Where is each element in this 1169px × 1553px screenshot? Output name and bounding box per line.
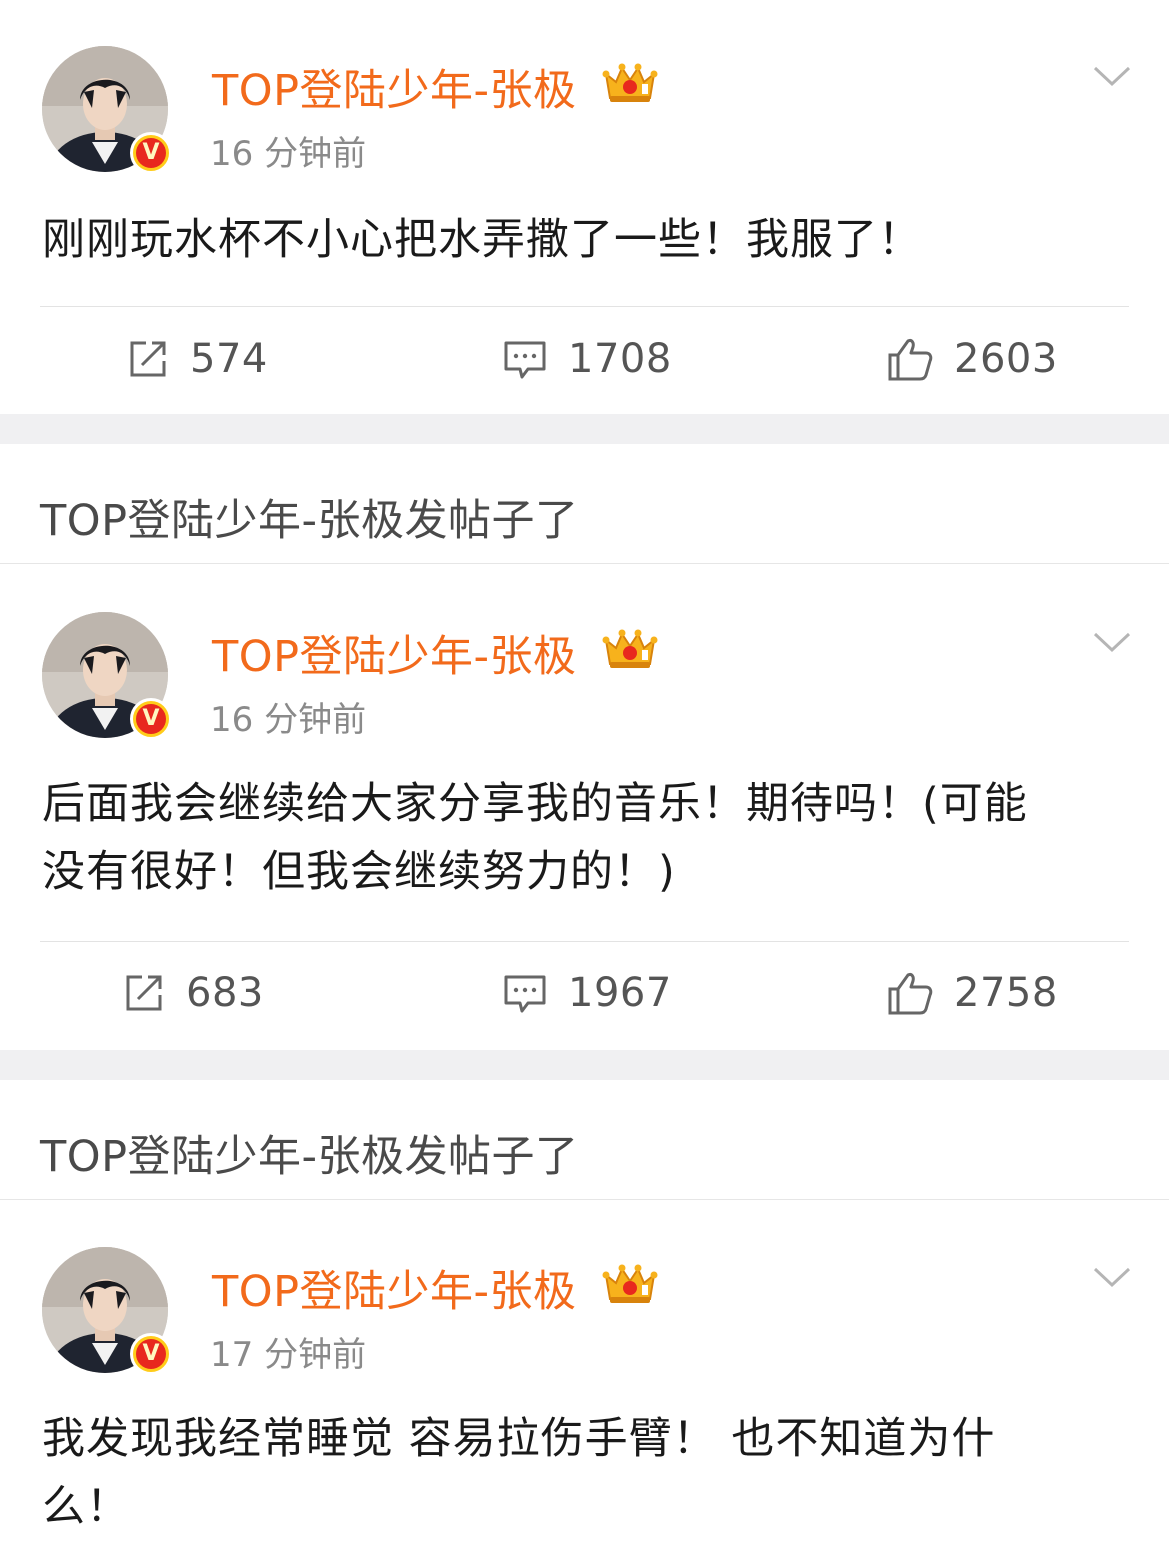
comment-icon	[504, 341, 546, 379]
repost-button[interactable]: 574	[126, 334, 268, 384]
comment-count: 1708	[568, 336, 672, 382]
thumbs-up-icon	[888, 973, 933, 1015]
post-text: 刚刚玩水杯不小心把水弄撒了一些！我服了！	[42, 215, 922, 265]
like-count: 2758	[954, 970, 1058, 1016]
comment-button[interactable]: 1967	[502, 968, 672, 1018]
crown-icon	[602, 629, 658, 668]
post-card: V TOP登陆少年-张极 16 分钟前 刚刚玩水杯不小心把水弄撒了一些！我服了！…	[0, 0, 1169, 414]
crown-icon	[602, 63, 658, 102]
timestamp: 17 分钟前	[210, 1335, 367, 1375]
like-button[interactable]: 2758	[886, 968, 1058, 1018]
divider	[40, 306, 1129, 307]
verified-badge-icon: V	[130, 132, 172, 174]
username[interactable]: TOP登陆少年-张极	[212, 1257, 577, 1319]
post-text-line: 后面我会继续给大家分享我的音乐！期待吗！(可能	[42, 779, 1028, 829]
comment-count: 1967	[568, 970, 672, 1016]
feed-separator	[0, 1050, 1169, 1080]
repost-banner[interactable]: TOP登陆少年-张极发帖子了	[0, 444, 1169, 564]
repost-button[interactable]: 683	[122, 968, 264, 1018]
post-text-line: 没有很好！但我会继续努力的！)	[42, 847, 676, 897]
chevron-down-icon[interactable]	[1092, 630, 1132, 654]
feed-separator	[0, 414, 1169, 444]
post-text: 后面我会继续给大家分享我的音乐！期待吗！(可能 没有很好！但我会继续努力的！)	[42, 770, 1132, 906]
divider	[40, 941, 1129, 942]
crown-icon	[602, 1264, 658, 1303]
comment-icon	[504, 975, 546, 1013]
chevron-down-icon[interactable]	[1092, 64, 1132, 88]
thumbs-up-icon	[888, 339, 933, 381]
repost-count: 683	[186, 970, 264, 1016]
like-count: 2603	[954, 336, 1058, 382]
verified-badge-icon: V	[130, 698, 172, 740]
post-text-line: 么！	[42, 1482, 130, 1532]
timestamp: 16 分钟前	[210, 134, 367, 174]
timestamp: 16 分钟前	[210, 700, 367, 740]
post-text: 我发现我经常睡觉 容易拉伤手臂！ 也不知道为什 么！	[42, 1405, 1132, 1541]
post-text-line: 我发现我经常睡觉 容易拉伤手臂！ 也不知道为什	[42, 1414, 996, 1464]
share-icon	[130, 341, 166, 377]
verified-badge-icon: V	[130, 1333, 172, 1375]
share-icon	[126, 975, 162, 1011]
comment-button[interactable]: 1708	[502, 334, 672, 384]
chevron-down-icon[interactable]	[1092, 1265, 1132, 1289]
post-card: V TOP登陆少年-张极 16 分钟前 后面我会继续给大家分享我的音乐！期待吗！…	[0, 566, 1169, 1050]
post-card: V TOP登陆少年-张极 17 分钟前 我发现我经常睡觉 容易拉伤手臂！ 也不知…	[0, 1201, 1169, 1553]
repost-banner-text: TOP登陆少年-张极发帖子了	[40, 1132, 579, 1182]
repost-banner-text: TOP登陆少年-张极发帖子了	[40, 496, 579, 546]
like-button[interactable]: 2603	[886, 334, 1058, 384]
repost-banner[interactable]: TOP登陆少年-张极发帖子了	[0, 1080, 1169, 1200]
username[interactable]: TOP登陆少年-张极	[212, 622, 577, 684]
repost-count: 574	[190, 336, 268, 382]
username[interactable]: TOP登陆少年-张极	[212, 56, 577, 118]
